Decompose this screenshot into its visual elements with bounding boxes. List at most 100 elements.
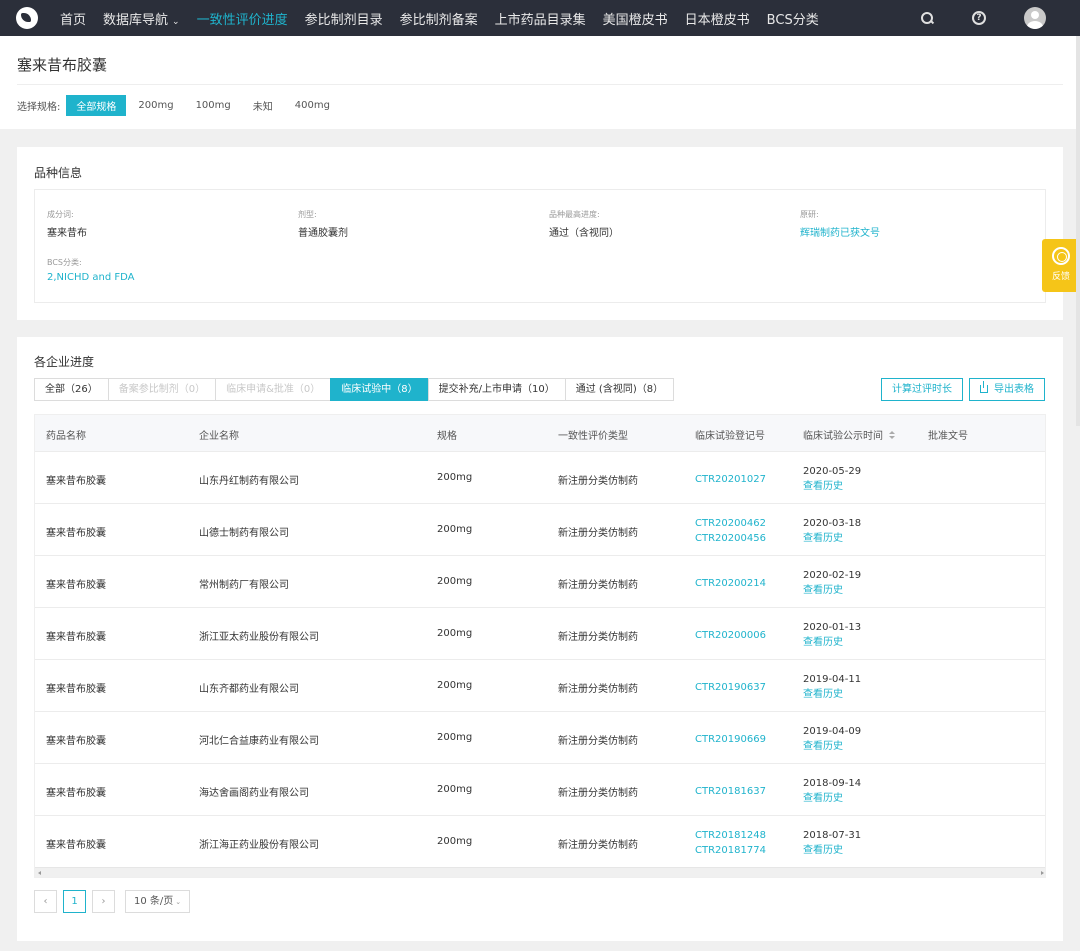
table-row: 塞来昔布胶囊 浙江亚太药业股份有限公司 200mg 新注册分类仿制药 CTR202000…	[35, 607, 1045, 659]
tab-passed[interactable]: 通过 (含视同)（8）	[564, 378, 675, 401]
page-size-select[interactable]: 10 条/页 ⌄	[125, 890, 191, 913]
trial-date: 2020-03-18	[803, 518, 862, 529]
help-icon[interactable]: ?	[972, 11, 986, 25]
column-header-spec: 规格	[437, 431, 457, 442]
column-header-trial-date[interactable]: 临床试验公示时间	[803, 427, 895, 442]
cell-type: 新注册分类仿制药	[558, 684, 638, 695]
column-header-company: 企业名称	[199, 431, 239, 442]
table-row: 塞来昔布胶囊 常州制药厂有限公司 200mg 新注册分类仿制药 CTR20200214 2…	[35, 555, 1045, 607]
field-bcs: BCS分类: 2,NICHD and FDA	[47, 257, 134, 283]
cell-drug: 塞来昔布胶囊	[46, 788, 106, 799]
scroll-right-icon[interactable]	[1041, 871, 1044, 875]
page-number[interactable]: 1	[63, 890, 86, 913]
cell-company: 常州制药厂有限公司	[199, 580, 289, 591]
nav-item-consistency-progress[interactable]: 一致性评价进度	[197, 9, 288, 28]
field-ingredient: 成分词: 塞来昔布	[47, 209, 87, 239]
cell-trial-ids: CTR20200462 CTR20200456	[695, 516, 766, 546]
field-ingredient-label: 成分词:	[47, 210, 74, 219]
view-history-link[interactable]: 查看历史	[803, 843, 861, 858]
trial-id-link[interactable]: CTR20200006	[695, 628, 766, 643]
nav-item-reference-filing[interactable]: 参比制剂备案	[400, 9, 478, 28]
cell-trial-ids: CTR20190669	[695, 732, 766, 747]
nav-item-market-catalog[interactable]: 上市药品目录集	[495, 9, 586, 28]
page-title: 塞来昔布胶囊	[17, 56, 108, 74]
nav-item-bcs[interactable]: BCS分类	[767, 9, 819, 28]
view-history-link[interactable]: 查看历史	[803, 583, 861, 598]
tab-clinical-application: 临床申请&批准（0）	[215, 378, 332, 401]
field-original-link[interactable]: 辉瑞制药已获文号	[800, 224, 880, 239]
field-latest-progress: 品种最高进度: 通过（含视同）	[549, 209, 619, 239]
spec-option-400mg[interactable]: 400mg	[285, 97, 340, 114]
cell-trial-date: 2019-04-09 查看历史	[803, 724, 861, 754]
export-table-button[interactable]: 导出表格	[969, 378, 1045, 401]
trial-id-link[interactable]: CTR20181248	[695, 828, 766, 843]
spec-option-unknown[interactable]: 未知	[243, 95, 283, 116]
feedback-button[interactable]: 反馈	[1042, 239, 1080, 292]
page-size-value: 10 条/页	[134, 896, 174, 907]
trial-id-link[interactable]: CTR20200456	[695, 531, 766, 546]
scroll-left-icon[interactable]	[38, 871, 41, 875]
trial-id-link[interactable]: CTR20190637	[695, 680, 766, 695]
nav-item-database[interactable]: 数据库导航 ⌄	[103, 9, 180, 28]
trial-id-link[interactable]: CTR20181774	[695, 843, 766, 858]
feedback-label: 反馈	[1051, 272, 1070, 282]
calc-duration-button[interactable]: 计算过评时长	[881, 378, 963, 401]
next-page-button[interactable]: ›	[92, 890, 115, 913]
horizontal-scrollbar[interactable]	[35, 867, 1045, 877]
cell-company: 海达舍画阁药业有限公司	[199, 788, 309, 799]
spec-option-200mg[interactable]: 200mg	[128, 97, 183, 114]
nav-item-reference-catalog[interactable]: 参比制剂目录	[305, 9, 383, 28]
sort-icon[interactable]	[889, 431, 895, 440]
cell-drug: 塞来昔布胶囊	[46, 684, 106, 695]
nav-item-us-orange-book[interactable]: 美国橙皮书	[603, 9, 668, 28]
nav-right: ?	[920, 0, 1080, 36]
view-history-link[interactable]: 查看历史	[803, 739, 861, 754]
nav-item-jp-orange-book[interactable]: 日本橙皮书	[685, 9, 750, 28]
page-scrollbar[interactable]	[1076, 36, 1080, 426]
cell-trial-date: 2018-09-14 查看历史	[803, 776, 861, 806]
spec-option-all[interactable]: 全部规格	[66, 95, 127, 116]
search-icon[interactable]	[920, 11, 934, 25]
view-history-link[interactable]: 查看历史	[803, 479, 861, 494]
cell-type: 新注册分类仿制药	[558, 476, 638, 487]
cell-trial-date: 2019-04-11 查看历史	[803, 672, 861, 702]
view-history-link[interactable]: 查看历史	[803, 531, 861, 546]
cell-company: 山德士制药有限公司	[199, 528, 289, 539]
trial-id-link[interactable]: CTR20200214	[695, 576, 766, 591]
field-original: 原研: 辉瑞制药已获文号	[800, 209, 880, 239]
spec-option-100mg[interactable]: 100mg	[186, 97, 241, 114]
tab-supplement-submission[interactable]: 提交补充/上市申请（10）	[427, 378, 566, 401]
cell-trial-ids: CTR20190637	[695, 680, 766, 695]
view-history-link[interactable]: 查看历史	[803, 635, 861, 650]
trial-date: 2018-07-31	[803, 830, 862, 841]
cell-drug: 塞来昔布胶囊	[46, 580, 106, 591]
trial-date: 2020-05-29	[803, 466, 862, 477]
progress-table: 药品名称 企业名称 规格 一致性评价类型 临床试验登记号 临床试验公示时间 批准…	[34, 414, 1046, 878]
tab-all[interactable]: 全部（26）	[34, 378, 109, 401]
trial-id-link[interactable]: CTR20201027	[695, 472, 766, 487]
cell-type: 新注册分类仿制药	[558, 736, 638, 747]
table-header: 药品名称 企业名称 规格 一致性评价类型 临床试验登记号 临床试验公示时间 批准…	[35, 415, 1045, 451]
avatar[interactable]	[1024, 7, 1046, 29]
cell-type: 新注册分类仿制药	[558, 840, 638, 851]
trial-id-link[interactable]: CTR20190669	[695, 732, 766, 747]
field-dosage-form-label: 剂型:	[298, 210, 317, 219]
logo-icon[interactable]	[16, 7, 38, 29]
field-bcs-link[interactable]: 2,NICHD and FDA	[47, 272, 134, 283]
nav-item-home[interactable]: 首页	[60, 9, 86, 28]
tab-clinical-trial[interactable]: 临床试验中（8）	[330, 378, 429, 401]
cell-trial-ids: CTR20200006	[695, 628, 766, 643]
field-original-label: 原研:	[800, 210, 819, 219]
cell-spec: 200mg	[437, 680, 473, 691]
cell-type: 新注册分类仿制药	[558, 528, 638, 539]
prev-page-button[interactable]: ‹	[34, 890, 57, 913]
view-history-link[interactable]: 查看历史	[803, 791, 861, 806]
cell-trial-ids: CTR20201027	[695, 472, 766, 487]
table-row: 塞来昔布胶囊 海达舍画阁药业有限公司 200mg 新注册分类仿制药 CTR2018163…	[35, 763, 1045, 815]
view-history-link[interactable]: 查看历史	[803, 687, 861, 702]
trial-id-link[interactable]: CTR20200462	[695, 516, 766, 531]
tab-reference-filing: 备案参比制剂（0）	[107, 378, 217, 401]
cell-trial-ids: CTR20181637	[695, 784, 766, 799]
header-divider	[17, 84, 1063, 85]
trial-id-link[interactable]: CTR20181637	[695, 784, 766, 799]
